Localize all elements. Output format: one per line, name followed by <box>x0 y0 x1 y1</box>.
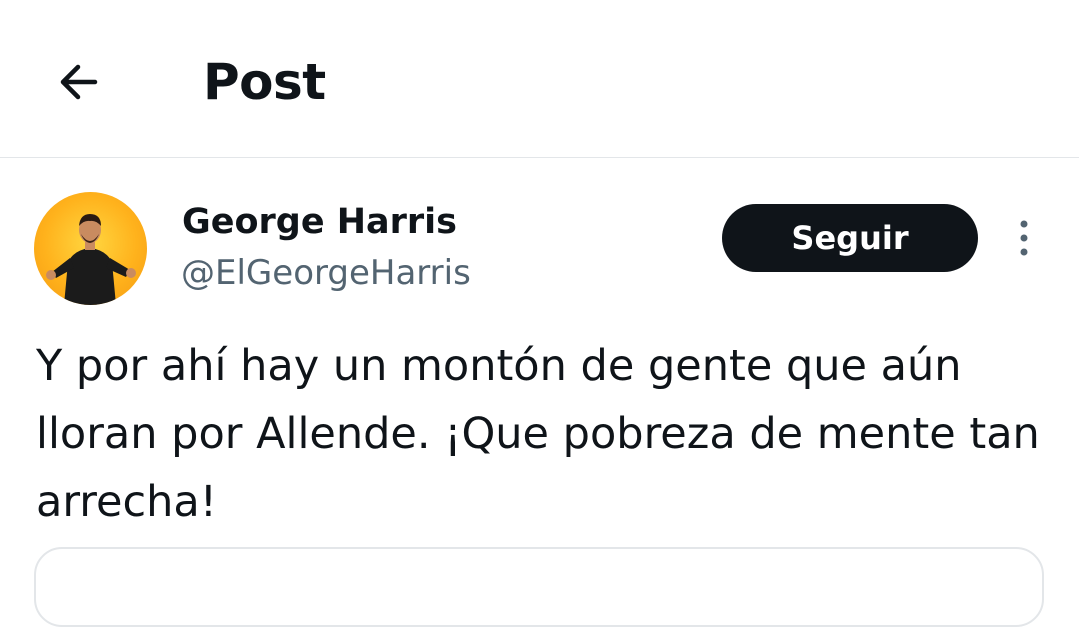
more-options-button[interactable] <box>1004 214 1044 262</box>
follow-button-label: Seguir <box>791 219 909 257</box>
follow-button[interactable]: Seguir <box>722 204 978 272</box>
more-vertical-icon <box>1020 220 1028 256</box>
avatar[interactable] <box>34 192 147 305</box>
author-handle[interactable]: @ElGeorgeHarris <box>181 250 471 296</box>
post-text: Y por ahí hay un montón de gente que aún… <box>36 341 1040 527</box>
page-title: Post <box>203 53 326 111</box>
arrow-left-icon <box>60 64 98 100</box>
top-bar: Post <box>0 0 1079 158</box>
author-name[interactable]: George Harris <box>182 198 457 246</box>
back-button[interactable] <box>48 52 108 112</box>
avatar-image <box>46 214 136 305</box>
embedded-card[interactable] <box>34 547 1044 627</box>
